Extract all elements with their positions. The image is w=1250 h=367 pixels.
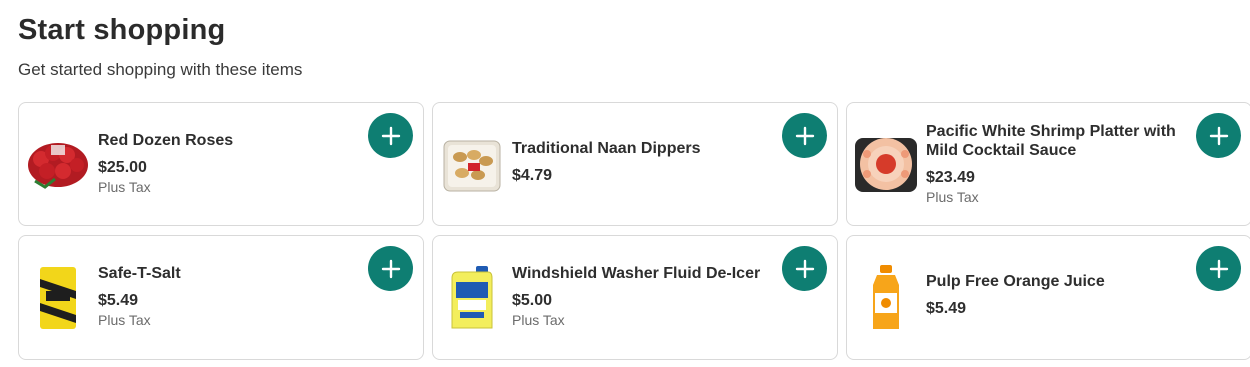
plus-icon (795, 259, 814, 278)
product-name[interactable]: Traditional Naan Dippers (512, 139, 767, 158)
add-to-cart-button[interactable] (368, 246, 413, 291)
product-price: $5.49 (926, 300, 967, 317)
product-name[interactable]: Pacific White Shrimp Platter with Mild C… (926, 122, 1181, 160)
orange-juice-bottle-icon[interactable] (851, 265, 921, 330)
product-name[interactable]: Pulp Free Orange Juice (926, 272, 1181, 291)
tax-note: Plus Tax (926, 189, 979, 205)
washer-fluid-jug-icon[interactable] (437, 266, 507, 330)
salt-bag-icon[interactable] (23, 266, 93, 330)
plus-icon (795, 126, 814, 145)
add-to-cart-button[interactable] (368, 113, 413, 158)
product-card[interactable]: Windshield Washer Fluid De-Icer $5.00 Pl… (432, 235, 838, 360)
naan-container-icon[interactable] (437, 133, 507, 197)
add-to-cart-button[interactable] (782, 113, 827, 158)
section-title: Start shopping (18, 14, 226, 46)
add-to-cart-button[interactable] (1196, 246, 1241, 291)
product-price: $5.49 (98, 292, 139, 309)
add-to-cart-button[interactable] (1196, 113, 1241, 158)
product-card[interactable]: Traditional Naan Dippers $4.79 (432, 102, 838, 226)
tax-note: Plus Tax (98, 179, 151, 195)
roses-bouquet-icon[interactable] (23, 133, 93, 197)
plus-icon (381, 126, 400, 145)
plus-icon (381, 259, 400, 278)
product-price: $5.00 (512, 292, 553, 309)
section-subtitle: Get started shopping with these items (18, 60, 303, 79)
tax-note: Plus Tax (98, 312, 151, 328)
product-price: $4.79 (512, 167, 553, 184)
product-name[interactable]: Red Dozen Roses (98, 131, 353, 150)
product-name[interactable]: Windshield Washer Fluid De-Icer (512, 264, 767, 283)
product-grid: Red Dozen Roses $25.00 Plus Tax Traditio… (18, 102, 1250, 360)
tax-note: Plus Tax (512, 312, 565, 328)
plus-icon (1209, 126, 1228, 145)
product-card[interactable]: Safe-T-Salt $5.49 Plus Tax (18, 235, 424, 360)
product-price: $25.00 (98, 159, 147, 176)
product-card[interactable]: Red Dozen Roses $25.00 Plus Tax (18, 102, 424, 226)
product-price: $23.49 (926, 169, 975, 186)
product-card[interactable]: Pulp Free Orange Juice $5.49 (846, 235, 1250, 360)
product-name[interactable]: Safe-T-Salt (98, 264, 353, 283)
product-card[interactable]: Pacific White Shrimp Platter with Mild C… (846, 102, 1250, 226)
plus-icon (1209, 259, 1228, 278)
add-to-cart-button[interactable] (782, 246, 827, 291)
shrimp-platter-icon[interactable] (851, 133, 921, 197)
